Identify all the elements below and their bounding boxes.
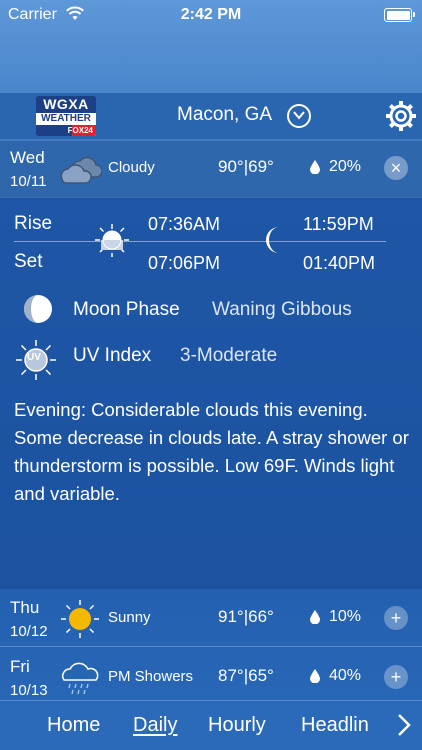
high-low-temps: 90°|69° <box>218 157 274 176</box>
condition-label: PM Showers <box>108 668 194 685</box>
tab-hourly[interactable]: Hourly <box>208 714 266 737</box>
plus-icon: + <box>390 608 402 628</box>
location-dropdown-icon[interactable] <box>287 104 311 128</box>
chevron-right-icon[interactable] <box>395 712 413 738</box>
tab-home[interactable]: Home <box>47 714 100 737</box>
clock-time: 2:42 PM <box>180 6 242 23</box>
moonrise-time: 11:59PM <box>303 214 374 234</box>
high-low-temps: 91°|66° <box>218 607 274 626</box>
moonset-time: 01:40PM <box>303 253 376 273</box>
precip-chance: 20% <box>329 158 362 175</box>
set-label: Set <box>14 251 43 272</box>
raindrop-icon <box>310 610 320 624</box>
rise-set-divider <box>14 241 386 242</box>
moon-rise-set-icon <box>266 227 279 253</box>
uv-icon-text: UV <box>27 352 41 363</box>
day-name: Wed <box>10 148 45 167</box>
rise-label: Rise <box>14 213 53 234</box>
sun-icon <box>61 600 99 638</box>
tab-headlines[interactable]: Headlin <box>301 714 369 737</box>
uv-index-value: 3-Moderate <box>180 345 278 366</box>
battery-icon <box>384 8 415 22</box>
day-name: Fri <box>10 657 30 676</box>
high-low-temps: 87°|65° <box>218 666 274 685</box>
condition-label: Sunny <box>108 609 151 626</box>
day-row-fri[interactable]: Fri 10/13 PM Showers 87°|65° 40% + <box>0 650 422 706</box>
day-date: 10/11 <box>10 173 47 190</box>
cloudy-icon <box>60 156 102 184</box>
forecast-description: Evening: Considerable clouds this evenin… <box>14 399 409 504</box>
app-header: WGXA WEATHER FOX24 Macon, GA <box>0 93 422 139</box>
close-icon: × <box>390 158 402 178</box>
moon-phase-label: Moon Phase <box>73 299 180 320</box>
location-label[interactable]: Macon, GA <box>177 104 272 126</box>
collapse-day-button[interactable]: × <box>384 156 408 180</box>
sun-rise-set-icon <box>95 224 129 257</box>
station-logo[interactable]: WGXA WEATHER FOX24 <box>36 96 96 136</box>
plus-icon: + <box>390 667 402 687</box>
sunrise-time: 07:36AM <box>148 214 221 234</box>
precip-chance: 10% <box>329 608 362 625</box>
moon-phase-value: Waning Gibbous <box>212 299 352 320</box>
status-bar: Carrier 2:42 PM <box>0 0 422 30</box>
day-row-thu[interactable]: Thu 10/12 Sunny 91°|66° 10% + <box>0 591 422 647</box>
day-date: 10/13 <box>10 682 48 699</box>
day-details-panel: Rise Set 07:36AM 07:06PM 11:59PM 01:40PM… <box>0 197 422 589</box>
rain-cloud-icon <box>62 662 99 695</box>
settings-gear-icon[interactable] <box>384 99 418 133</box>
sunset-time: 07:06PM <box>148 253 221 273</box>
raindrop-icon <box>310 669 320 683</box>
weather-app: Carrier 2:42 PM WGXA WEATHER FOX24 Macon… <box>0 0 422 750</box>
day-date: 10/12 <box>10 623 48 640</box>
moon-phase-icon <box>24 295 52 323</box>
precip-chance: 40% <box>329 667 362 684</box>
expand-day-button[interactable]: + <box>384 606 408 630</box>
tab-daily[interactable]: Daily <box>133 714 177 737</box>
expand-day-button[interactable]: + <box>384 665 408 689</box>
uv-index-label: UV Index <box>73 345 152 366</box>
day-row-wed[interactable]: Wed 10/11 Cloudy 90°|69° 20% × <box>0 141 422 197</box>
condition-label: Cloudy <box>108 159 155 176</box>
bottom-tab-bar: Home Daily Hourly Headlin <box>0 700 422 750</box>
day-name: Thu <box>10 598 40 617</box>
raindrop-icon <box>310 160 320 174</box>
